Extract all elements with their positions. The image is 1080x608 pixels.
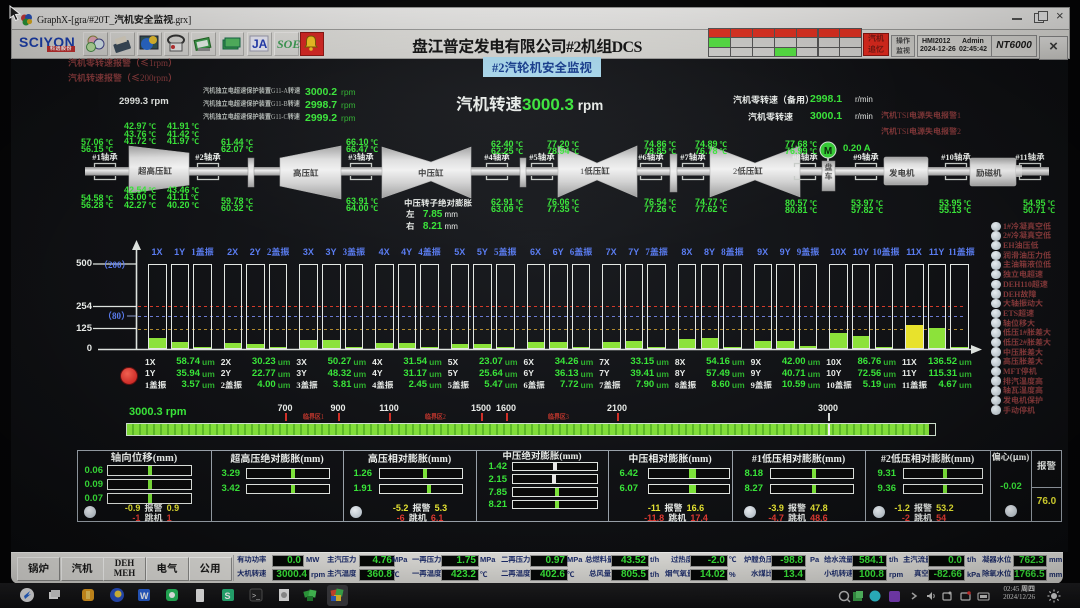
svg-text:>_: >_: [252, 593, 260, 600]
svg-text:S: S: [225, 591, 231, 601]
svg-text:W: W: [140, 591, 149, 601]
